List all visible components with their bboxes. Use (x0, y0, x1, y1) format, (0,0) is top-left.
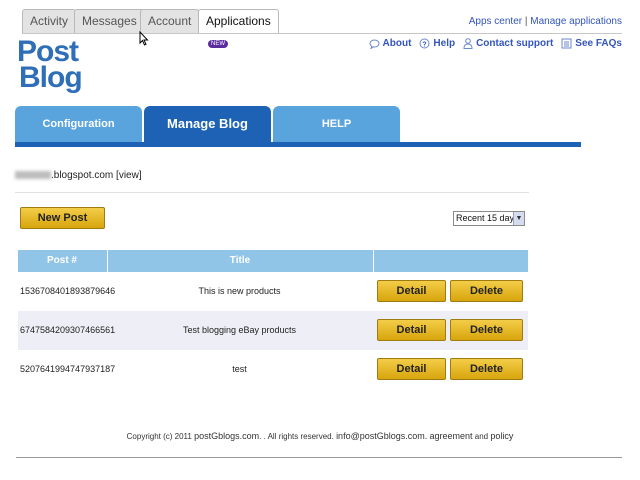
footer-rights: . . All rights reserved. (259, 432, 334, 441)
blog-domain: .blogspot.com (51, 170, 114, 181)
new-badge: NEW (208, 40, 228, 48)
footer-agreement-link[interactable]: agreement (429, 431, 472, 441)
post-number: 6747584209307466561 (20, 325, 116, 335)
document-list-icon (561, 38, 572, 49)
tab-messages[interactable]: Messages (74, 9, 145, 33)
tab-activity[interactable]: Activity (22, 9, 77, 33)
detail-button[interactable]: Detail (377, 319, 446, 341)
post-number: 5207641994747937187 (20, 364, 116, 374)
blog-tab-bar: Configuration Manage Blog HELP (15, 106, 581, 148)
apps-center-link[interactable]: Apps center (469, 16, 522, 27)
tab-help[interactable]: HELP (273, 106, 400, 144)
footer-email-link[interactable]: info@postGblogs.com. (336, 431, 427, 441)
chevron-down-icon[interactable]: ▼ (513, 212, 524, 225)
post-number: 1536708401893879646 (20, 286, 116, 296)
tab-underline-bar (15, 142, 581, 147)
mouse-cursor-icon (139, 31, 149, 46)
help-links: About ? Help Contact support See FAQs (369, 38, 622, 49)
table-row: 6747584209307466561 Test blogging eBay p… (18, 311, 528, 350)
top-links: Apps center | Manage applications (469, 16, 622, 27)
post-title: Test blogging eBay products (182, 325, 297, 335)
table-row: 5207641994747937187 test Detail Delete (18, 350, 528, 389)
detail-button[interactable]: Detail (377, 358, 446, 380)
about-link[interactable]: About (369, 38, 412, 49)
person-icon (463, 38, 473, 49)
footer-copyright: Copyright (c) 2011 (126, 432, 192, 441)
content-divider (15, 192, 529, 193)
post-title: This is new products (198, 286, 281, 296)
posts-table: Post # Title 1536708401893879646 This is… (18, 250, 528, 389)
header-actions (373, 250, 528, 272)
detail-button[interactable]: Detail (377, 280, 446, 302)
tab-account[interactable]: Account (140, 9, 200, 33)
help-link[interactable]: ? Help (419, 38, 455, 49)
blurred-blog-name (15, 171, 51, 179)
logo-line-2: Blog (19, 61, 83, 94)
tab-applications-label: Applications (206, 14, 271, 28)
help-label: Help (433, 38, 456, 49)
delete-button[interactable]: Delete (450, 280, 523, 302)
about-label: About (382, 38, 412, 49)
contact-support-label: Contact support (476, 38, 554, 49)
footer-policy-link[interactable]: policy (490, 431, 513, 441)
footer-and: and (474, 432, 489, 441)
header-post-number: Post # (46, 255, 77, 266)
table-row: 1536708401893879646 This is new products… (18, 272, 528, 311)
period-select[interactable]: Recent 15 day ▼ (453, 211, 525, 226)
footer: Copyright (c) 2011 postGblogs.com. . All… (0, 431, 640, 441)
link-separator: | (524, 16, 528, 27)
period-select-value: Recent 15 day (456, 213, 515, 223)
delete-button[interactable]: Delete (450, 319, 523, 341)
bottom-divider (16, 457, 622, 458)
tab-configuration[interactable]: Configuration (15, 106, 142, 144)
post-title: test (232, 364, 247, 374)
header-title: Title (107, 250, 372, 272)
see-faqs-link[interactable]: See FAQs (561, 38, 622, 49)
manage-applications-link[interactable]: Manage applications (530, 16, 622, 27)
question-circle-icon: ? (419, 38, 430, 49)
blog-url: .blogspot.com [view] (15, 170, 142, 181)
tab-manage-blog[interactable]: Manage Blog (144, 106, 271, 144)
view-link[interactable]: [view] (116, 170, 142, 181)
top-divider (22, 33, 622, 34)
table-header: Post # Title (18, 250, 528, 272)
contact-support-link[interactable]: Contact support (463, 38, 553, 49)
postblog-logo: Post Blog (17, 37, 87, 99)
svg-text:?: ? (423, 41, 427, 48)
tab-applications[interactable]: Applications NEW (198, 9, 279, 48)
footer-site-link[interactable]: postGblogs.com (194, 431, 259, 441)
new-post-button[interactable]: New Post (20, 207, 105, 229)
speech-bubble-icon (369, 39, 380, 49)
delete-button[interactable]: Delete (450, 358, 523, 380)
see-faqs-label: See FAQs (575, 38, 622, 49)
